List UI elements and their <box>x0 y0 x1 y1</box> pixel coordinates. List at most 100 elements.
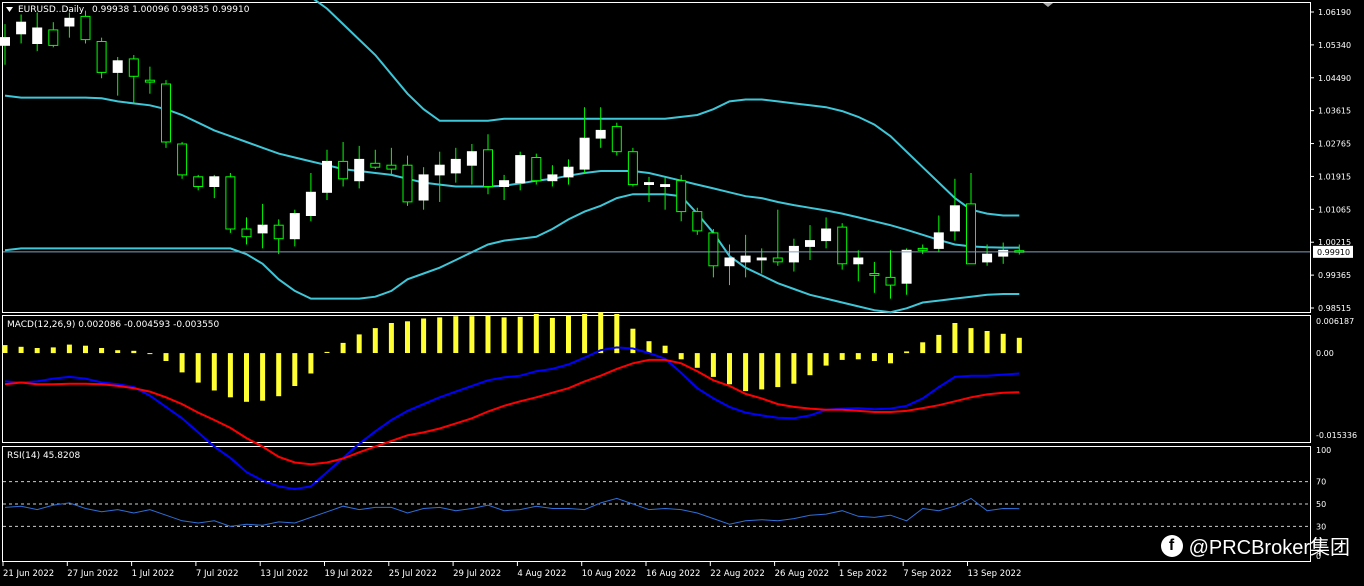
candle-bear <box>80 15 91 41</box>
time-axis-label: 21 Jun 2022 <box>3 569 54 579</box>
macd-histogram-bar <box>115 350 121 353</box>
macd-histogram-bar <box>308 353 314 374</box>
candle-bear <box>611 126 622 153</box>
time-axis-label: 29 Jul 2022 <box>453 569 501 579</box>
candle-bull <box>354 158 365 182</box>
macd-histogram-bar <box>276 353 282 397</box>
candle-bull <box>740 255 751 263</box>
macd-histogram-bar <box>694 353 700 368</box>
macd-histogram-bar <box>2 345 8 353</box>
macd-histogram-bar <box>244 353 249 402</box>
time-axis-label: 10 Aug 2022 <box>582 569 636 579</box>
macd-axis-label: 0.006187 <box>1316 317 1354 326</box>
candle-bull <box>821 228 832 242</box>
trading-chart[interactable]: EURUSD..Daily 0.99938 1.00096 0.99835 0.… <box>0 0 1364 582</box>
candle-bull <box>64 17 75 27</box>
macd-histogram-bar <box>340 342 346 354</box>
macd-histogram-bar <box>163 353 169 361</box>
ohlc-readout: 0.99938 1.00096 0.99835 0.99910 <box>92 5 250 15</box>
candle-bear <box>627 151 638 186</box>
macd-histogram-bar <box>453 316 459 353</box>
candle-bear <box>692 211 703 232</box>
rsi-title: RSI(14) 45.8208 <box>7 451 80 461</box>
macd-histogram-bar <box>727 353 732 385</box>
candle-bull <box>756 257 767 261</box>
macd-histogram-bar <box>984 331 990 354</box>
symbol-title: EURUSD..Daily <box>18 5 85 15</box>
macd-histogram-bar <box>904 351 910 354</box>
time-axis-label: 25 Jul 2022 <box>389 569 437 579</box>
price-axis-label: 1.01065 <box>1318 205 1351 214</box>
macd-histogram-bar <box>1016 337 1022 354</box>
candle-bear <box>531 157 542 182</box>
candle-bear <box>402 164 413 203</box>
macd-histogram-bar <box>791 353 797 384</box>
candle-bull <box>595 129 606 139</box>
candle-bear <box>177 143 188 176</box>
candle-bull <box>418 174 429 201</box>
macd-histogram-bar <box>372 328 378 353</box>
candle-bull <box>788 245 799 263</box>
price-axis-label: 1.05340 <box>1318 41 1351 50</box>
time-axis-label: 7 Sep 2022 <box>903 569 951 579</box>
macd-plot <box>2 312 1022 491</box>
time-axis-label: 19 Jul 2022 <box>325 569 373 579</box>
macd-histogram-bar <box>582 314 588 354</box>
macd-histogram-bar <box>227 353 233 398</box>
time-axis-label: 27 Jun 2022 <box>67 569 118 579</box>
macd-histogram-bar <box>598 312 604 354</box>
candle-bear <box>772 257 783 263</box>
macd-histogram-bar <box>646 341 652 354</box>
macd-histogram-bar <box>533 314 539 354</box>
candle-bull <box>257 224 268 234</box>
candle-bull <box>499 180 510 187</box>
time-axis-label: 26 Aug 2022 <box>775 569 829 579</box>
macd-histogram-bar <box>34 348 40 354</box>
macd-histogram-bar <box>485 315 491 354</box>
candle-bull <box>933 232 944 249</box>
candle-bear <box>837 226 848 265</box>
candle-bull <box>853 257 864 265</box>
macd-histogram-bar <box>405 321 410 353</box>
macd-histogram-bar <box>839 353 845 360</box>
macd-histogram-bar <box>437 317 443 354</box>
macd-histogram-bar <box>710 353 716 377</box>
candle-bear <box>96 41 107 73</box>
axes: 1.06190 1.05340 1.04490 1.03615 1.02765 1.019… <box>2 8 1357 579</box>
macd-histogram-bar <box>211 353 217 391</box>
macd-histogram-bar <box>18 346 24 353</box>
macd-histogram-bar <box>549 317 555 353</box>
watermark-text: @PRCBroker集团 <box>1188 537 1350 559</box>
candle-bear <box>708 232 719 267</box>
candle-bear <box>144 79 155 83</box>
triangle-down-icon[interactable] <box>6 7 13 12</box>
macd-histogram-bar <box>50 347 56 354</box>
macd-histogram-bar <box>517 316 523 354</box>
bollinger-lower-line <box>4 193 1020 314</box>
candle-bull <box>16 21 27 35</box>
rsi-axis-label: 50 <box>1316 500 1326 509</box>
shift-marker-icon[interactable] <box>1043 3 1053 7</box>
candle-bear <box>885 276 896 286</box>
macd-axis-label: -0.015336 <box>1316 431 1357 440</box>
price-panel-frame <box>2 2 1311 313</box>
candle-bear <box>193 176 204 188</box>
candle-bear <box>225 176 236 230</box>
price-axis-label: 1.06190 <box>1318 8 1351 17</box>
macd-axis-label: 0.00 <box>1316 349 1334 358</box>
current-price-label: 0.99910 <box>1317 248 1350 257</box>
rsi-line <box>4 497 1020 527</box>
macd-histogram-bar <box>1000 333 1006 354</box>
candle-bull <box>563 166 574 178</box>
time-axis-label: 4 Aug 2022 <box>517 569 566 579</box>
price-axis-label: 0.99365 <box>1318 271 1351 280</box>
macd-histogram-bar <box>99 348 105 354</box>
candle-bull <box>32 27 43 44</box>
candle-bear <box>676 180 687 213</box>
macd-histogram-bar <box>260 353 266 401</box>
macd-histogram-bar <box>501 317 507 354</box>
macd-line <box>4 346 1020 491</box>
macd-histogram-bar <box>566 315 571 354</box>
macd-histogram-bar <box>469 316 475 353</box>
macd-histogram-bar <box>952 323 958 353</box>
